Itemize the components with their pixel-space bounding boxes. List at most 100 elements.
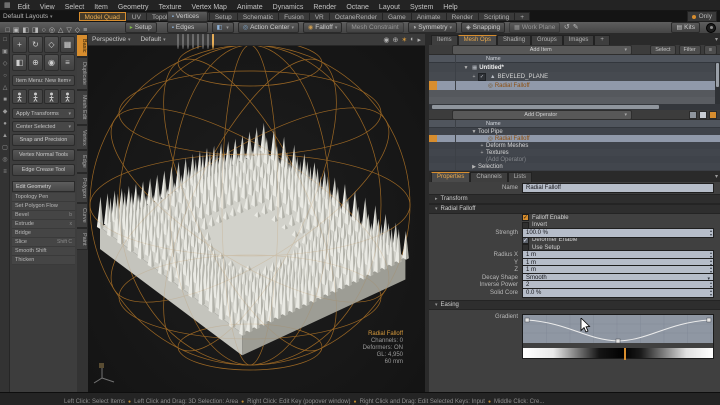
layout-tab-+[interactable]: + xyxy=(514,12,530,21)
move-tool-icon[interactable]: + xyxy=(12,36,27,53)
visibility-cell[interactable] xyxy=(429,81,437,90)
transform-tool-icon[interactable]: ▦ xyxy=(60,36,75,53)
action-figure-icon-1[interactable] xyxy=(12,89,27,104)
toolbox-tab-paint[interactable]: Paint xyxy=(77,228,88,251)
left-strip-icon-5[interactable]: △ xyxy=(0,82,10,94)
rotate-view-icon[interactable]: ◉ xyxy=(383,36,389,44)
menu-edit[interactable]: Edit xyxy=(13,4,35,11)
tree-row--add-operator-[interactable]: (Add Operator) xyxy=(429,156,720,163)
left-strip-icon-7[interactable]: ◆ xyxy=(0,106,10,118)
gradient-editor[interactable] xyxy=(522,314,714,359)
left-strip-icon-1[interactable]: □ xyxy=(0,34,10,46)
form-tab-properties[interactable]: Properties xyxy=(431,172,470,182)
edit-geo-thicken[interactable]: Thicken xyxy=(12,256,75,265)
field-solid-core[interactable]: 0.0 %▴▾ xyxy=(522,288,714,298)
tree-row-beveled-plane[interactable]: +✓▲BEVELED_PLANE xyxy=(429,72,720,81)
action-figure-icon-3[interactable] xyxy=(44,89,59,104)
left-strip-icon-6[interactable]: ■ xyxy=(0,94,10,106)
app-logo-icon[interactable]: ▦ xyxy=(4,1,11,9)
expander-icon[interactable]: + xyxy=(470,74,478,80)
new-scene-icon[interactable]: □ xyxy=(6,27,10,34)
vertex-normal-tools-button[interactable]: Vertex Normal Tools xyxy=(12,149,75,161)
tree-row-tool-pipe[interactable]: ▼Tool Pipe xyxy=(429,128,720,135)
add-tool-icon[interactable]: ⊕ xyxy=(28,54,43,71)
undo-icon[interactable]: ○ xyxy=(42,27,46,34)
checkbox-falloff-enable[interactable]: ✓ xyxy=(522,214,529,221)
visibility-cell[interactable] xyxy=(429,135,437,142)
copy-icon[interactable]: ▽ xyxy=(66,27,71,34)
viewport-menu-icon[interactable]: ▸ xyxy=(417,36,421,44)
toolbox-tab-mesh-edit[interactable]: Mesh Edit xyxy=(77,90,88,124)
toolbox-tab-basic[interactable]: Basic xyxy=(77,34,88,57)
left-strip-icon-12[interactable]: ≡ xyxy=(0,166,10,178)
left-strip-icon-3[interactable]: ◇ xyxy=(0,58,10,70)
pan-view-icon[interactable]: ⊕ xyxy=(393,36,399,44)
tree-row-deform-meshes[interactable]: +Deform Meshes xyxy=(429,142,720,149)
list-mode-icon[interactable] xyxy=(689,111,697,119)
edit-geo-set-polygon-flow[interactable]: Set Polygon Flow xyxy=(12,202,75,211)
expander-icon[interactable]: + xyxy=(478,143,486,149)
action-figure-icon-2[interactable] xyxy=(28,89,43,104)
ghost-mode-icon[interactable] xyxy=(699,111,707,119)
gradient-curve[interactable] xyxy=(523,315,713,343)
rotate-tool-icon[interactable]: ↻ xyxy=(28,36,43,53)
falloff-button[interactable]: ◉Falloff▾ xyxy=(303,22,342,33)
menu-select[interactable]: Select xyxy=(60,4,89,11)
tab-items[interactable]: Items xyxy=(431,35,458,45)
tab-shading[interactable]: Shading xyxy=(497,35,531,45)
layout-tab-scripting[interactable]: Scripting xyxy=(478,12,514,21)
layout-tab-animate[interactable]: Animate xyxy=(411,12,446,21)
easing-section-header[interactable]: ▾Easing xyxy=(429,300,720,310)
save-icon[interactable]: ◧ xyxy=(22,27,29,34)
menu-render[interactable]: Render xyxy=(308,4,341,11)
menu-octane[interactable]: Octane xyxy=(341,4,374,11)
mesh-constraint-button[interactable]: Mesh Constraint xyxy=(346,22,403,33)
expander-icon[interactable]: ▼ xyxy=(462,65,470,71)
edge-crease-tool-button[interactable]: Edge Crease Tool xyxy=(12,164,75,176)
3d-viewport[interactable]: Perspective▾ Default▾ ◉ ⊕ ✶ ◐ ▸ Radial F… xyxy=(88,34,425,392)
transform-section-header[interactable]: ▸Transform xyxy=(429,194,720,204)
visibility-cell[interactable] xyxy=(429,156,437,163)
layout-tab-vr[interactable]: VR xyxy=(309,12,329,21)
left-strip-icon-9[interactable]: ▲ xyxy=(0,130,10,142)
form-tab-lists[interactable]: Lists xyxy=(508,172,532,182)
tab--[interactable]: + xyxy=(594,35,610,45)
visibility-cell[interactable] xyxy=(429,128,437,135)
visibility-cell[interactable] xyxy=(429,142,437,149)
falloff-tool-icon[interactable]: ◉ xyxy=(44,54,59,71)
layout-tab-setup[interactable]: Setup xyxy=(209,12,237,21)
expander-icon[interactable]: + xyxy=(478,150,486,156)
snapping-button[interactable]: ◈Snapping xyxy=(461,22,505,33)
snap-and-precision-button[interactable]: Snap and Precision xyxy=(12,134,75,146)
menu-vertex-map[interactable]: Vertex Map xyxy=(187,4,232,11)
visibility-cell[interactable] xyxy=(429,63,437,72)
new-op-icon[interactable] xyxy=(709,111,717,119)
layout-tab-render[interactable]: Render xyxy=(446,12,478,21)
list-options-button[interactable]: ≡ xyxy=(704,45,717,55)
gradient-bar[interactable] xyxy=(523,348,713,358)
layout-tab-game[interactable]: Game xyxy=(382,12,411,21)
preferences-icon[interactable]: ≡ xyxy=(83,27,87,34)
mode-vertices-button[interactable]: ▪Vertices xyxy=(167,11,208,22)
scale-tool-icon[interactable]: ◇ xyxy=(44,36,59,53)
menu-help[interactable]: Help xyxy=(438,4,462,11)
center-selected-dropdown[interactable]: Center Selected▾ xyxy=(12,121,75,132)
work-plane-button[interactable]: ▦Work Plane xyxy=(509,22,560,33)
menu-animate[interactable]: Animate xyxy=(232,4,268,11)
menu-geometry[interactable]: Geometry xyxy=(113,4,154,11)
edit-icon[interactable]: ✎ xyxy=(573,23,579,33)
mode-edges-button[interactable]: ▪Edges xyxy=(167,22,208,33)
radial-falloff-section-header[interactable]: ▾Radial Falloff xyxy=(429,204,720,214)
tree-row-textures[interactable]: +Textures xyxy=(429,149,720,156)
layout-tab-schematic[interactable]: Schematic xyxy=(237,12,278,21)
visibility-cell[interactable] xyxy=(429,149,437,156)
menu-texture[interactable]: Texture xyxy=(154,4,187,11)
menu-dynamics[interactable]: Dynamics xyxy=(268,4,309,11)
toolbox-tab-polygon[interactable]: Polygon xyxy=(77,173,88,203)
edit-geo-topology-pen[interactable]: Topology Pen xyxy=(12,193,75,202)
shade-icon[interactable]: ◐ xyxy=(410,36,414,43)
action-center-button[interactable]: ◎Action Center▾ xyxy=(238,22,299,33)
tree-row-radial-falloff[interactable]: ◎Radial Falloff xyxy=(429,135,720,142)
tab-images[interactable]: Images xyxy=(563,35,595,45)
apply-transforms-dropdown[interactable]: Apply Transforms▾ xyxy=(12,108,75,119)
